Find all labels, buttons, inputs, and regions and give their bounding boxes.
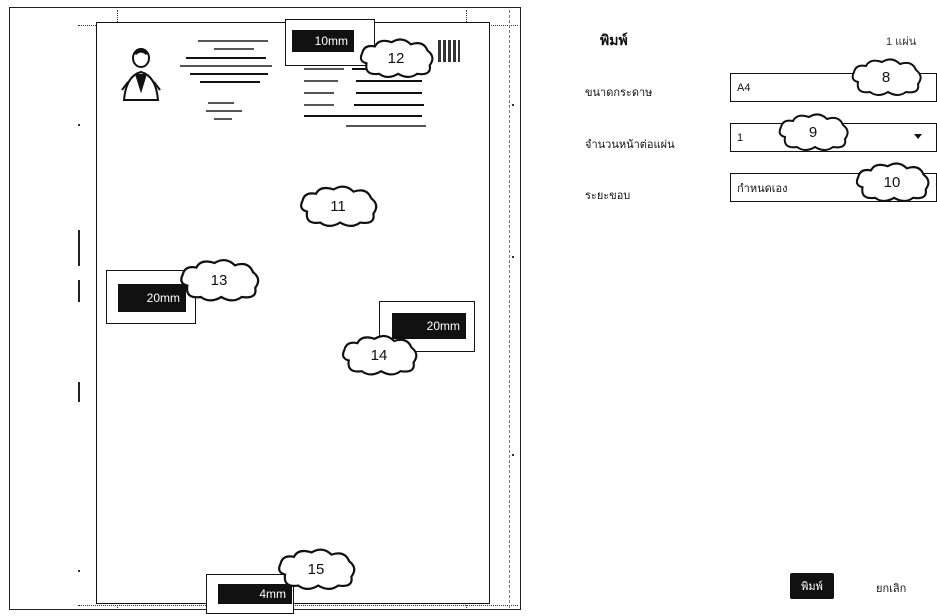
callout-cloud: 12 — [356, 37, 436, 79]
panel-title: พิมพ์ — [600, 32, 628, 48]
ruler-mark — [78, 570, 80, 572]
callout-number: 14 — [370, 346, 388, 364]
pages-per-sheet-value: 1 — [737, 131, 744, 144]
person-photo-icon — [118, 46, 164, 102]
callout-cloud: 14 — [338, 334, 420, 376]
pages-per-sheet-label: จำนวนหน้าต่อแผ่น — [585, 139, 675, 151]
guide-line-bottom — [78, 605, 518, 606]
callout-number: 9 — [808, 123, 818, 141]
ruler-mark — [512, 256, 514, 258]
ruler-tick — [78, 280, 80, 302]
guide-line-far-right — [509, 10, 510, 608]
ruler-mark — [512, 104, 514, 106]
callout-number: 10 — [883, 173, 901, 191]
print-dialog: 10mm 20mm 20mm 4mm พิมพ์ 1 แผ่น ขนาดกระด… — [0, 0, 937, 616]
top-margin-label: 10mm — [292, 30, 354, 52]
cancel-button[interactable]: ยกเลิก — [876, 579, 906, 597]
print-button[interactable]: พิมพ์ — [790, 573, 834, 599]
ruler-mark — [78, 124, 80, 126]
sheet-count: 1 แผ่น — [886, 36, 917, 48]
callout-cloud: 13 — [176, 258, 262, 302]
qr-code-icon — [438, 40, 460, 62]
ruler-tick — [78, 382, 80, 402]
chevron-down-icon — [914, 134, 922, 139]
paper-size-label: ขนาดกระดาษ — [585, 87, 653, 99]
callout-number: 12 — [387, 49, 405, 67]
paper-size-value: A4 — [737, 81, 751, 94]
callout-cloud: 11 — [296, 185, 380, 227]
callout-number: 8 — [881, 68, 891, 86]
callout-number: 13 — [210, 271, 228, 289]
margins-value: กำหนดเอง — [737, 182, 788, 195]
callout-cloud: 10 — [852, 162, 932, 202]
callout-cloud: 8 — [848, 58, 924, 96]
callout-cloud: 15 — [274, 548, 358, 590]
ruler-tick — [78, 230, 80, 266]
callout-number: 15 — [307, 560, 325, 578]
callout-cloud: 9 — [775, 113, 851, 151]
callout-number: 11 — [330, 197, 346, 215]
margins-label: ระยะขอบ — [585, 190, 631, 202]
ruler-mark — [512, 454, 514, 456]
